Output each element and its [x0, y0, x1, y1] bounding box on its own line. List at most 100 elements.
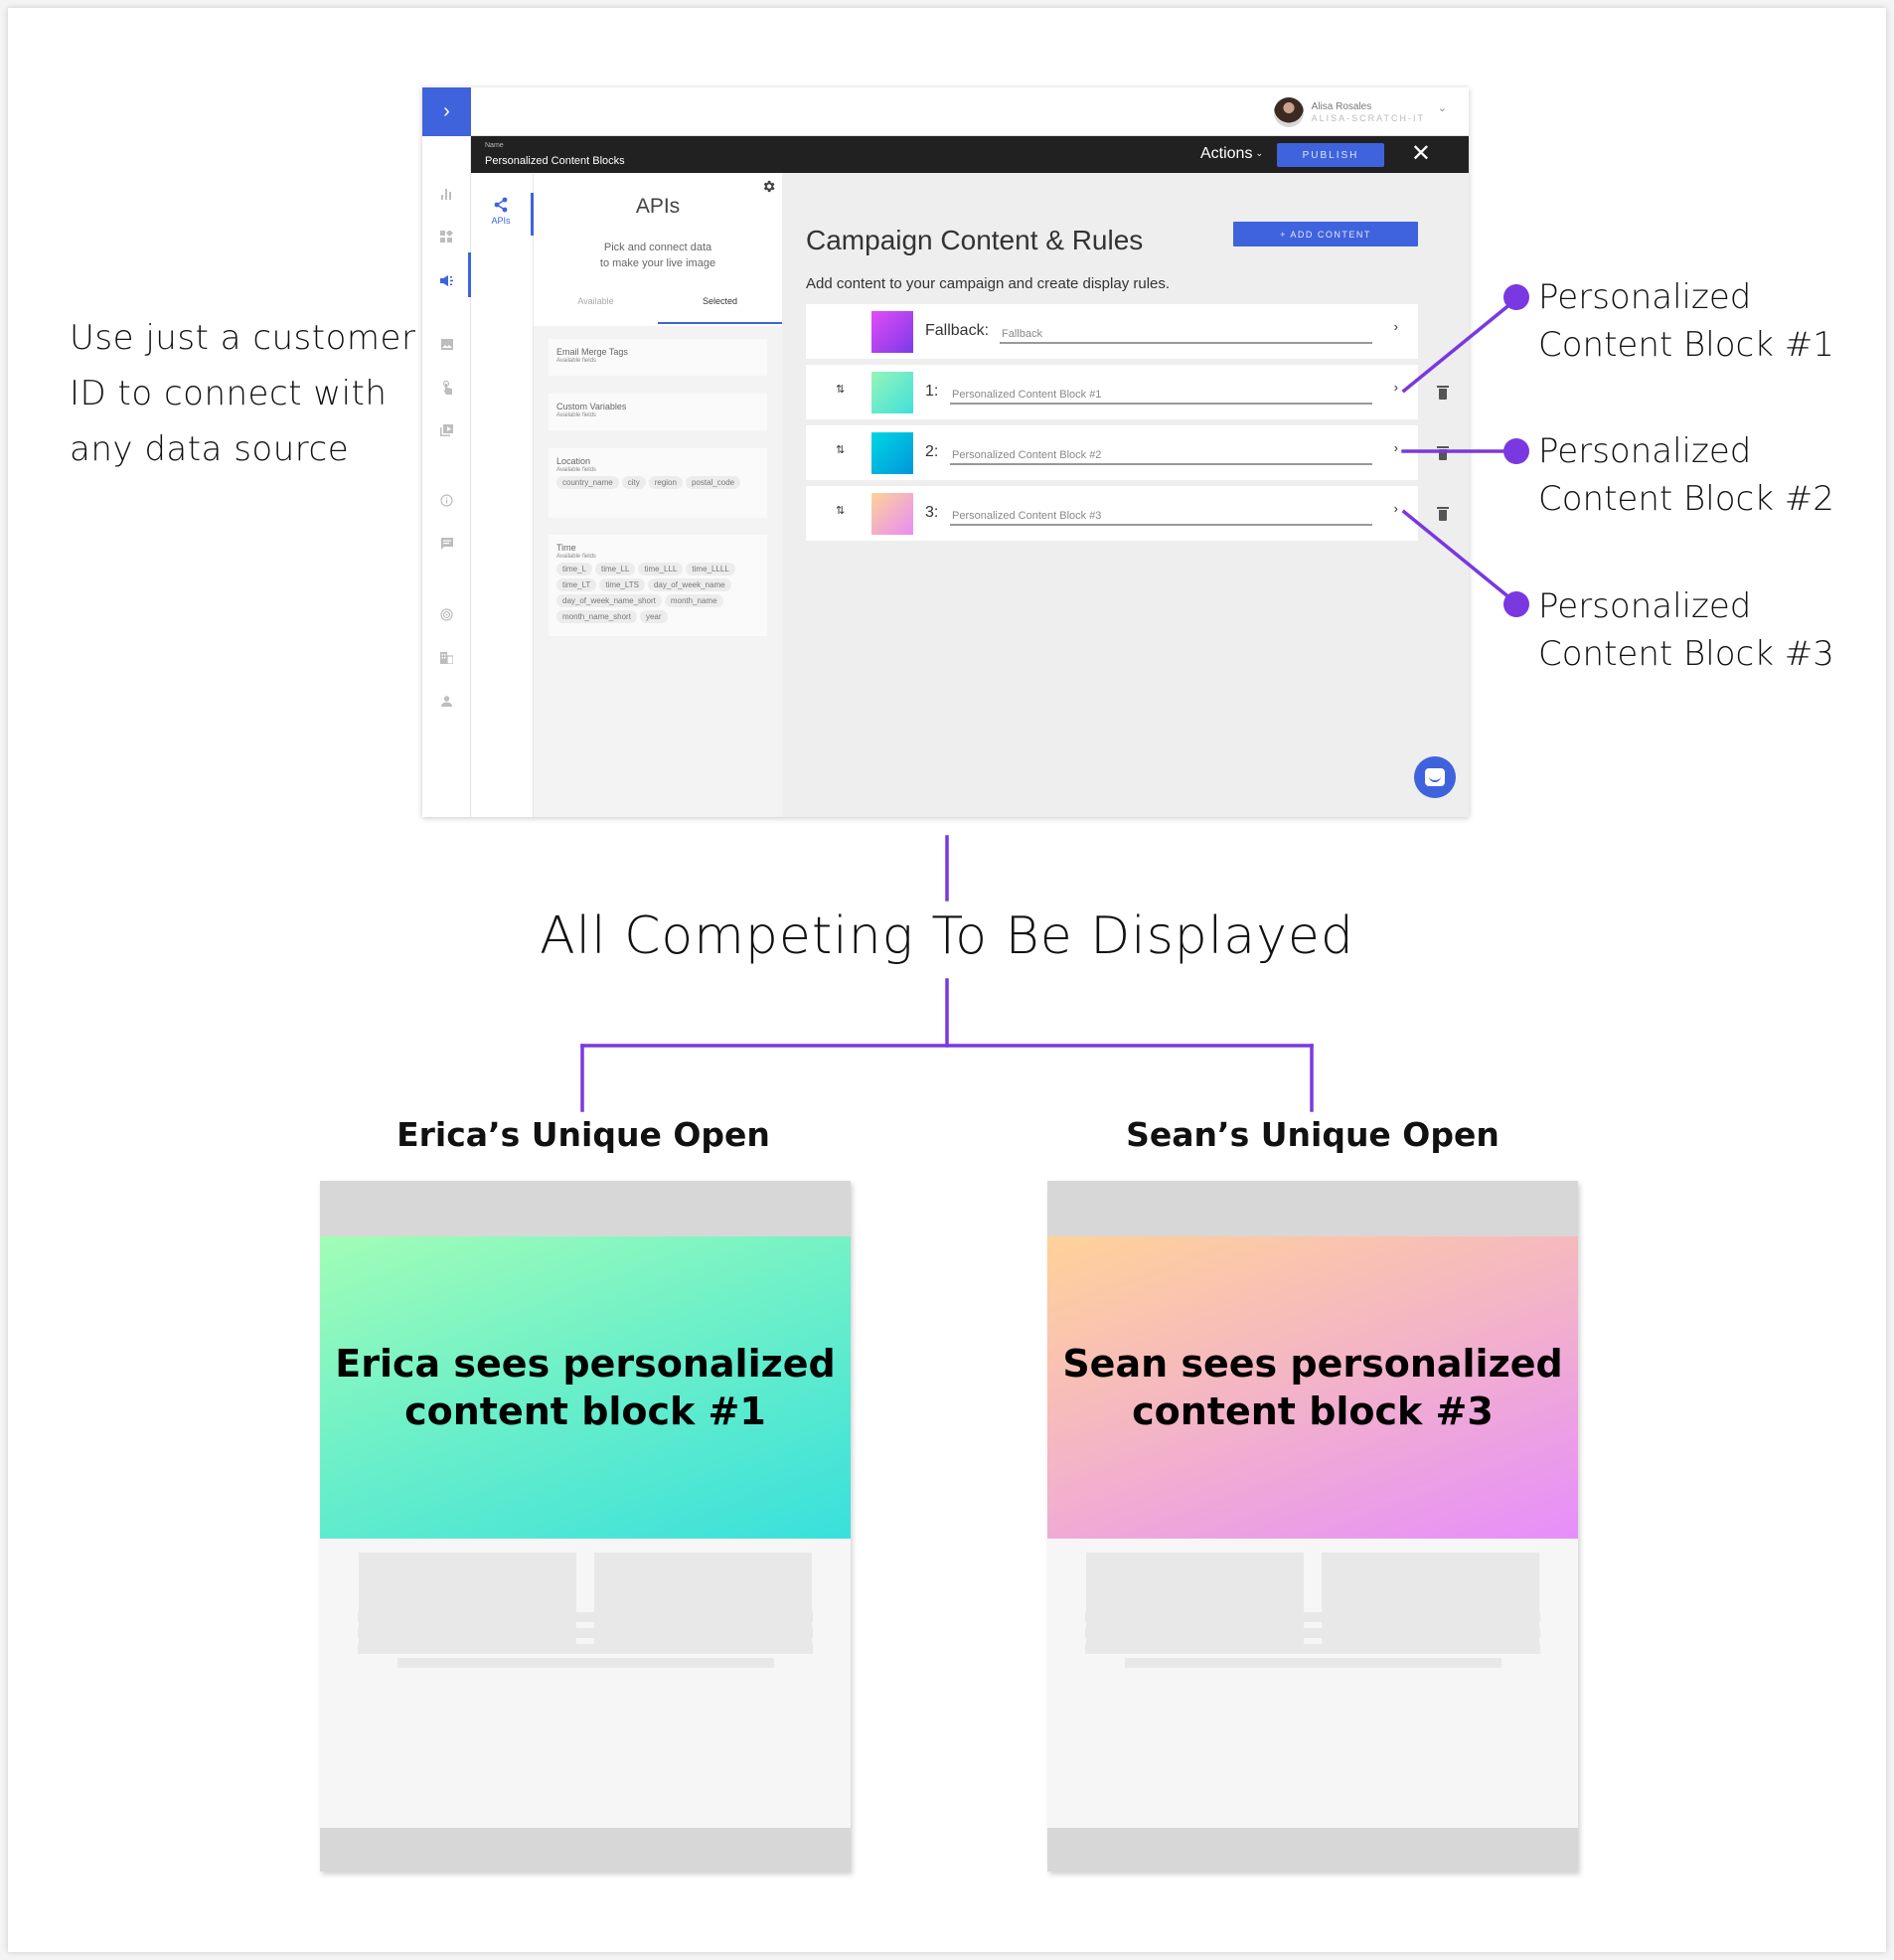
field-chip[interactable]: month_name_short — [556, 610, 637, 623]
content-swatch — [871, 311, 913, 353]
caption-line: Use just a customer — [70, 318, 416, 358]
sean-email-mockup: Sean sees personalized content block #3 — [1047, 1181, 1578, 1872]
content-name-input[interactable]: Personalized Content Block #2 — [950, 443, 1372, 465]
tab-available[interactable]: Available — [534, 296, 658, 306]
field-chip[interactable]: time_LLLL — [686, 563, 735, 575]
trash-icon[interactable] — [1437, 446, 1449, 460]
content-row-fallback[interactable]: Fallback: Fallback › — [806, 304, 1418, 359]
touch-icon — [442, 380, 452, 398]
hero-line: content block #3 — [1132, 1389, 1494, 1433]
hero-content-block: Sean sees personalized content block #3 — [1047, 1236, 1578, 1539]
actions-menu-button[interactable]: Actions ⌄ — [1200, 145, 1263, 163]
sort-icon[interactable]: ⇅ — [836, 383, 845, 396]
sort-icon[interactable]: ⇅ — [836, 443, 845, 456]
field-chip[interactable]: time_LT — [556, 578, 597, 591]
content-row-label: 1: — [925, 383, 939, 400]
content-row-1[interactable]: ⇅ 1: Personalized Content Block #1 › — [806, 365, 1418, 419]
field-chip[interactable]: time_LTS — [599, 578, 645, 591]
field-group-subtitle: Available fields — [556, 412, 596, 418]
publish-button[interactable]: PUBLISH — [1277, 143, 1384, 167]
content-row-label: 3: — [925, 504, 939, 521]
field-chip[interactable]: month_name — [664, 594, 723, 607]
field-chip[interactable]: postal_code — [685, 476, 741, 489]
subnav-apis[interactable]: APIs — [471, 197, 531, 226]
trash-icon[interactable] — [1437, 386, 1449, 400]
field-chip[interactable]: day_of_week_name_short — [556, 594, 662, 607]
campaign-megaphone-icon — [439, 274, 454, 289]
field-group-location[interactable]: Location Available fields country_name ci… — [549, 448, 767, 518]
field-chip[interactable]: day_of_week_name — [647, 578, 731, 591]
field-chip[interactable]: time_L — [556, 563, 593, 575]
text-placeholder — [1125, 1658, 1501, 1668]
competing-title: All Competing To Be Displayed — [540, 906, 1354, 966]
annotation-line: Content Block #2 — [1538, 479, 1834, 519]
rail-analytics[interactable] — [422, 183, 471, 207]
sort-icon[interactable]: ⇅ — [836, 504, 845, 517]
user-menu[interactable]: Alisa Rosales ALISA-SCRATCH-IT ⌄ — [1273, 97, 1447, 127]
rail-info[interactable] — [422, 490, 471, 514]
sub-sidebar: APIs — [471, 173, 534, 817]
content-swatch — [871, 493, 913, 535]
annotation-block-3: Personalized Content Block #3 — [1538, 582, 1834, 678]
email-header-placeholder — [320, 1181, 851, 1236]
hero-content-block: Erica sees personalized content block #1 — [320, 1236, 851, 1539]
image-icon — [440, 338, 453, 353]
panel-subtitle: Pick and connect data to make your live … — [534, 240, 782, 271]
chevron-right-icon[interactable]: › — [1394, 440, 1398, 455]
field-chip[interactable]: time_LLL — [638, 563, 684, 575]
close-icon[interactable]: ✕ — [1411, 140, 1431, 168]
user-org: ALISA-SCRATCH-IT — [1311, 112, 1425, 123]
person-icon — [441, 695, 452, 710]
annotation-block-2: Personalized Content Block #2 — [1538, 427, 1834, 523]
field-group-email-merge-tags[interactable]: Email Merge Tags Available fields — [549, 339, 767, 376]
rail-images[interactable] — [422, 333, 471, 357]
sidebar-toggle-button[interactable]: › — [422, 87, 471, 136]
email-header-placeholder — [1047, 1181, 1578, 1236]
rail-interactions[interactable] — [422, 377, 471, 401]
campaign-name-field[interactable]: Personalized Content Blocks — [485, 155, 625, 167]
content-row-3[interactable]: ⇅ 3: Personalized Content Block #3 › — [806, 486, 1418, 541]
actions-label: Actions — [1199, 145, 1253, 162]
chevron-right-icon[interactable]: › — [1394, 380, 1398, 395]
annotation-line: Personalized — [1538, 586, 1752, 626]
field-chip[interactable]: city — [621, 476, 646, 489]
rail-videos[interactable] — [422, 419, 471, 443]
content-row-2[interactable]: ⇅ 2: Personalized Content Block #2 › — [806, 425, 1418, 480]
field-group-custom-variables[interactable]: Custom Variables Available fields — [549, 394, 767, 430]
apis-panel-header: APIs Pick and connect data to make your … — [534, 173, 782, 326]
field-chip-list: country_name city region postal_code — [556, 476, 759, 489]
chevron-right-icon[interactable]: › — [1394, 501, 1398, 516]
hero-text: Erica sees personalized content block #1 — [335, 1340, 835, 1435]
content-name-input[interactable]: Personalized Content Block #1 — [950, 383, 1372, 405]
rail-business[interactable] — [422, 647, 471, 671]
rail-widgets[interactable] — [422, 226, 471, 249]
field-group-title: Custom Variables — [556, 402, 627, 411]
name-label: Name — [485, 142, 504, 149]
field-group-time[interactable]: Time Available fields time_L time_LL time_… — [549, 535, 767, 636]
tab-selected[interactable]: Selected — [658, 296, 782, 306]
chat-message-icon — [440, 537, 453, 553]
chevron-right-icon[interactable]: › — [1394, 319, 1398, 334]
add-content-button[interactable]: + ADD CONTENT — [1233, 222, 1418, 246]
content-name-input[interactable]: Personalized Content Block #3 — [950, 504, 1372, 526]
hero-line: Erica sees personalized — [335, 1342, 836, 1386]
field-chip[interactable]: country_name — [556, 476, 619, 489]
rail-account[interactable] — [422, 690, 471, 714]
rail-targeting[interactable] — [422, 604, 471, 628]
field-chip-list: time_L time_LL time_LLL time_LLLL time_LT tim… — [556, 563, 759, 623]
field-group-title: Location — [556, 456, 591, 466]
field-chip[interactable]: region — [648, 476, 683, 489]
target-icon — [440, 608, 453, 624]
rail-messages[interactable] — [422, 533, 471, 557]
icon-sidebar — [422, 136, 471, 817]
share-icon — [471, 197, 531, 216]
field-chip[interactable]: year — [639, 610, 668, 623]
chevron-down-icon: ⌄ — [1255, 148, 1263, 158]
caption-line: ID to connect with — [70, 374, 388, 413]
trash-icon[interactable] — [1437, 507, 1449, 521]
content-name-input[interactable]: Fallback — [1000, 322, 1372, 344]
chat-widget-button[interactable] — [1414, 756, 1456, 798]
top-bar: Alisa Rosales ALISA-SCRATCH-IT ⌄ — [471, 87, 1469, 136]
rail-campaigns[interactable] — [422, 269, 471, 293]
field-chip[interactable]: time_LL — [595, 563, 636, 575]
